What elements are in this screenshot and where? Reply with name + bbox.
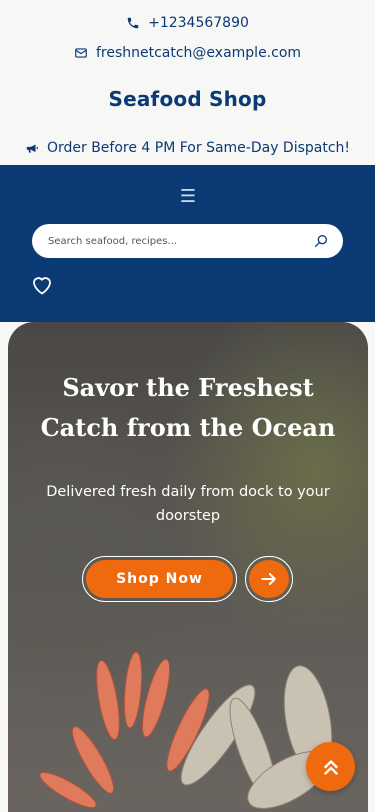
promo-banner: Order Before 4 PM For Same-Day Dispatch! (0, 130, 375, 165)
arrow-button-outline (245, 556, 293, 602)
email-address: freshnetcatch@example.com (95, 45, 302, 61)
phone-icon (127, 17, 139, 29)
search-icon[interactable] (313, 233, 329, 249)
hero-subtitle: Delivered fresh daily from dock to your … (46, 484, 330, 524)
phone-contact[interactable]: +1234567890 (0, 0, 375, 38)
back-to-top-button[interactable] (306, 742, 355, 791)
search-input[interactable] (48, 235, 313, 247)
site-logo-title[interactable]: Seafood Shop (0, 68, 375, 130)
megaphone-icon (26, 144, 38, 153)
fish-image (39, 651, 333, 809)
shop-now-button-outline: Shop Now (82, 556, 237, 602)
arrow-right-icon (261, 573, 276, 585)
search-bar (32, 224, 343, 258)
promo-text: Order Before 4 PM For Same-Day Dispatch! (46, 139, 351, 156)
chevron-double-up-icon (323, 759, 338, 775)
menu-icon[interactable]: ☰ (178, 186, 198, 208)
email-contact[interactable]: freshnetcatch@example.com (0, 38, 375, 68)
hero-banner: Savor the Freshest Catch from the Ocean … (8, 322, 368, 812)
shop-now-button[interactable]: Shop Now (86, 560, 233, 598)
heart-icon[interactable] (30, 273, 54, 297)
mail-icon (75, 48, 87, 58)
arrow-right-button[interactable] (249, 560, 289, 598)
phone-number: +1234567890 (148, 15, 249, 31)
hero-title: Savor the Freshest Catch from the Ocean (40, 373, 336, 442)
top-header: +1234567890 freshnetcatch@example.com Se… (0, 0, 375, 165)
